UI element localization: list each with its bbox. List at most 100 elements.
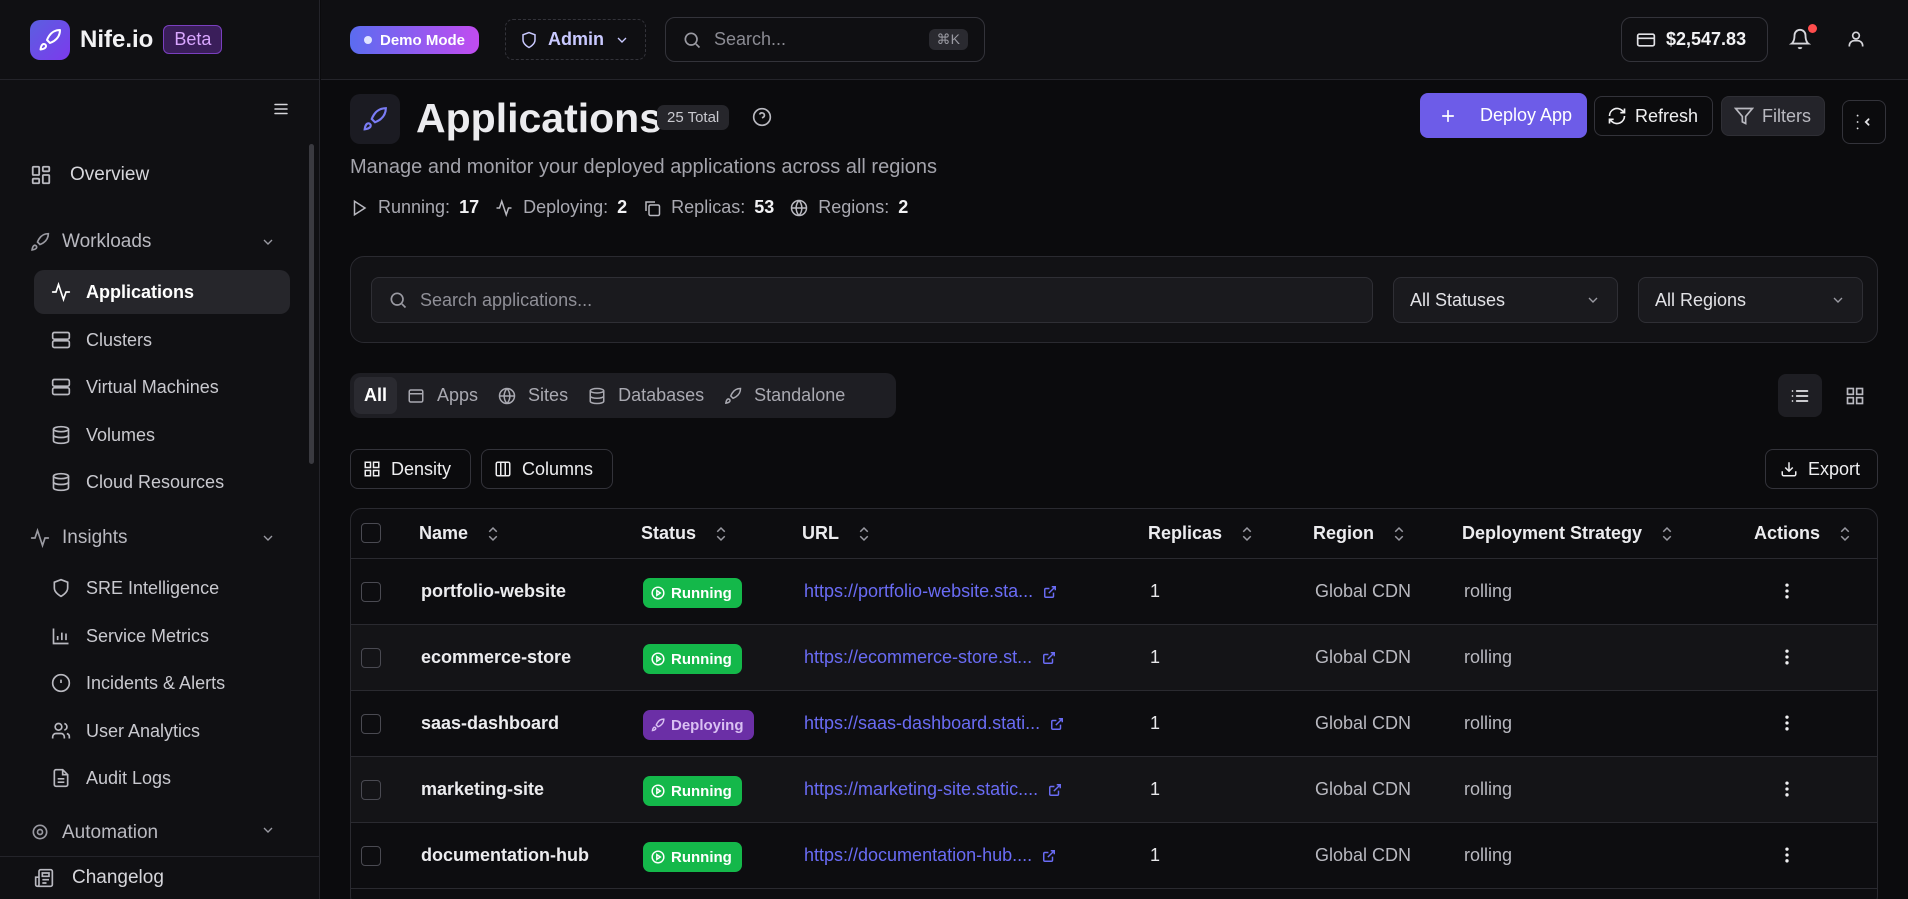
brand[interactable]: Nife.io Beta (0, 0, 319, 80)
more-vertical-icon[interactable] (1777, 581, 1797, 601)
row-checkbox[interactable] (361, 846, 381, 866)
row-checkbox[interactable] (361, 714, 381, 734)
sidebar-item-sre-intelligence[interactable]: SRE Intelligence (34, 566, 290, 610)
more-vertical-icon[interactable] (1777, 647, 1797, 667)
application-search-input[interactable]: Search applications... (371, 277, 1373, 323)
sort-arrows-icon (855, 525, 873, 543)
bell-icon[interactable] (1789, 28, 1811, 50)
sidebar-item-virtual-machines[interactable]: Virtual Machines (34, 365, 290, 409)
sidebar-group-label: Workloads (62, 231, 152, 252)
list-view-button[interactable] (1778, 374, 1822, 417)
filters-button[interactable]: Filters (1721, 96, 1825, 136)
app-url-link[interactable]: https://portfolio-website.sta... (804, 581, 1057, 602)
more-vertical-icon[interactable] (1777, 845, 1797, 865)
sidebar-item-changelog[interactable]: Changelog (0, 856, 320, 899)
column-header-replicas[interactable]: Replicas (1148, 523, 1256, 544)
sidebar-item-audit-logs[interactable]: Audit Logs (34, 756, 290, 800)
column-header-actions[interactable]: Actions (1754, 523, 1854, 544)
refresh-icon (1607, 106, 1627, 126)
table-row[interactable]: portfolio-website Running https://portfo… (351, 559, 1877, 625)
column-header-status[interactable]: Status (641, 523, 730, 544)
table-row[interactable]: ecommerce-store Running https://ecommerc… (351, 625, 1877, 691)
menu-toggle-icon[interactable] (272, 100, 290, 118)
more-vertical-icon[interactable] (1777, 713, 1797, 733)
server-icon (50, 377, 72, 397)
tab-standalone[interactable]: Standalone (714, 377, 855, 414)
select-all-checkbox[interactable] (361, 523, 381, 543)
user-icon[interactable] (1846, 29, 1866, 49)
columns-icon (494, 460, 512, 478)
sidebar-item-clusters[interactable]: Clusters (34, 318, 290, 362)
refresh-button[interactable]: Refresh (1594, 96, 1713, 136)
app-url-link[interactable]: https://ecommerce-store.st... (804, 647, 1056, 668)
sidebar-item-label: Service Metrics (86, 625, 210, 646)
stat-label: Replicas: (671, 197, 746, 217)
sidebar-item-user-analytics[interactable]: User Analytics (34, 709, 290, 753)
sidebar-item-incidents-alerts[interactable]: Incidents & Alerts (34, 661, 290, 705)
strategy-value: rolling (1464, 647, 1513, 667)
rocket-icon (724, 387, 742, 405)
sidebar-item-service-metrics[interactable]: Service Metrics (34, 614, 290, 658)
role-selector[interactable]: Admin (505, 19, 646, 60)
table-row[interactable]: marketing-site Running https://marketing… (351, 757, 1877, 823)
app-url-link[interactable]: https://saas-dashboard.stati... (804, 713, 1064, 734)
help-circle-icon[interactable] (752, 107, 772, 127)
sidebar-item-cloud-resources[interactable]: Cloud Resources (34, 460, 290, 504)
collapse-panel-button[interactable] (1842, 100, 1886, 144)
activity-icon (50, 282, 72, 302)
grid-view-button[interactable] (1833, 374, 1877, 417)
sidebar-group-insights[interactable]: Insights (30, 527, 276, 549)
list-icon (1790, 386, 1810, 406)
app-name[interactable]: marketing-site (421, 779, 544, 800)
app-name[interactable]: ecommerce-store (421, 647, 571, 668)
density-button[interactable]: Density (350, 449, 471, 489)
column-header-deployment-strategy[interactable]: Deployment Strategy (1462, 523, 1676, 544)
page-subtitle: Manage and monitor your deployed applica… (350, 156, 938, 178)
demo-mode-badge[interactable]: Demo Mode (350, 26, 480, 54)
sidebar-group-automation[interactable]: Automation (30, 822, 276, 840)
region-select[interactable]: All Regions (1638, 277, 1863, 323)
app-name[interactable]: portfolio-website (421, 581, 566, 602)
balance-button[interactable]: $2,547.83 (1621, 17, 1768, 62)
sidebar-item-applications[interactable]: Applications (34, 270, 290, 314)
column-header-url[interactable]: URL (802, 523, 873, 544)
status-badge: Running (643, 578, 742, 608)
columns-button[interactable]: Columns (481, 449, 613, 489)
tab-databases[interactable]: Databases (578, 377, 714, 414)
export-button[interactable]: Export (1765, 449, 1878, 489)
tab-sites[interactable]: Sites (488, 377, 578, 414)
file-text-icon (50, 768, 72, 788)
tab-all[interactable]: All (354, 377, 398, 414)
app-name[interactable]: saas-dashboard (421, 713, 559, 734)
sort-arrows-icon (484, 525, 502, 543)
column-label: Name (419, 523, 469, 543)
row-checkbox[interactable] (361, 582, 381, 602)
status-label: Running (671, 650, 732, 668)
table-row[interactable]: saas-dashboard Deploying https://saas-da… (351, 691, 1877, 757)
stat-label: Regions: (818, 197, 890, 217)
column-header-name[interactable]: Name (419, 523, 502, 544)
region-value: Global CDN (1315, 713, 1412, 733)
app-name[interactable]: documentation-hub (421, 845, 589, 866)
replicas-value: 1 (1150, 581, 1161, 601)
column-header-region[interactable]: Region (1313, 523, 1408, 544)
shield-icon (50, 578, 72, 598)
sidebar-item-overview[interactable]: Overview (30, 164, 149, 186)
table-row[interactable]: documentation-hub Running https://docume… (351, 823, 1877, 889)
tab-apps[interactable]: Apps (397, 377, 488, 414)
sidebar-item-volumes[interactable]: Volumes (34, 413, 290, 457)
row-checkbox[interactable] (361, 780, 381, 800)
more-vertical-icon[interactable] (1777, 779, 1797, 799)
gear-icon (30, 822, 52, 840)
global-search-input[interactable]: Search... ⌘K (665, 17, 985, 62)
deploy-app-button[interactable]: Deploy App (1420, 93, 1587, 138)
column-label: URL (802, 523, 839, 543)
row-checkbox[interactable] (361, 648, 381, 668)
sidebar-group-workloads[interactable]: Workloads (30, 231, 276, 253)
app-url-link[interactable]: https://marketing-site.static.... (804, 779, 1062, 800)
status-label: Running (671, 848, 732, 866)
app-url-link[interactable]: https://documentation-hub.... (804, 845, 1056, 866)
column-label: Region (1313, 523, 1374, 543)
sidebar-scrollbar[interactable] (309, 144, 314, 464)
status-select[interactable]: All Statuses (1393, 277, 1618, 323)
